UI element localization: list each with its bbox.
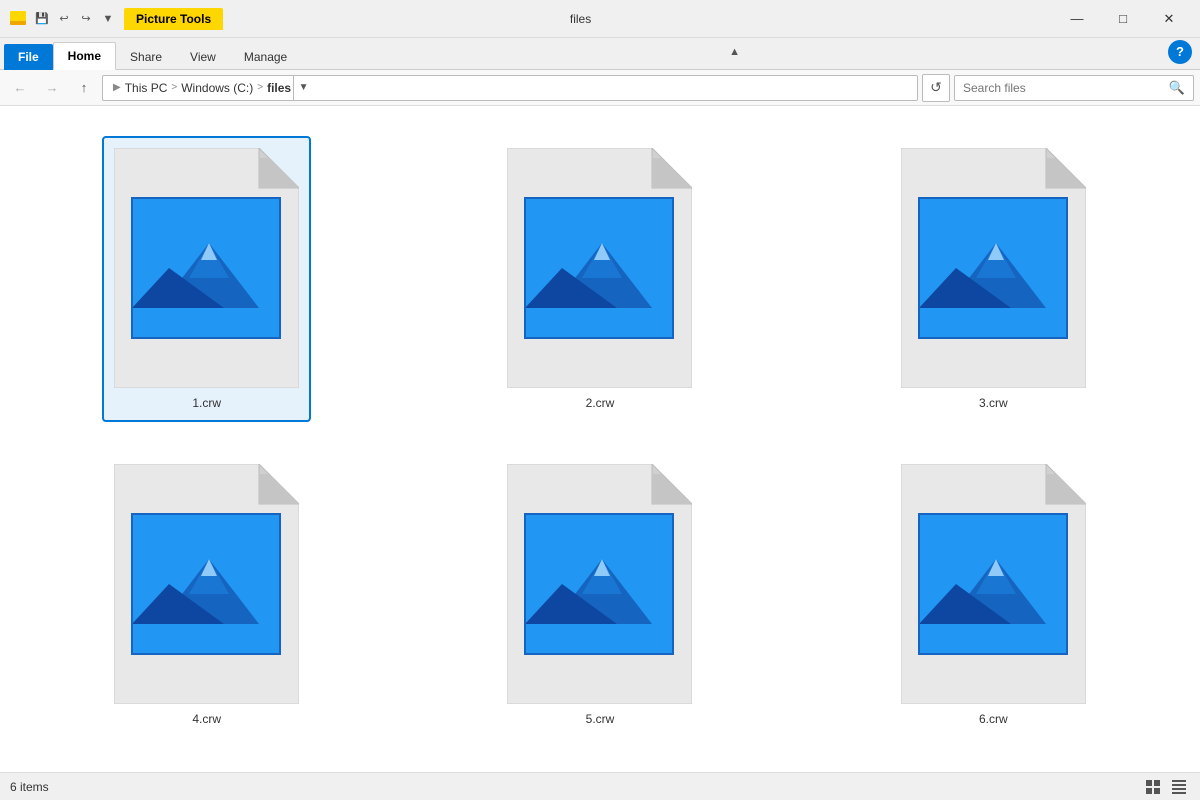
window-title: files <box>107 12 1054 26</box>
search-icon[interactable]: 🔍 <box>1169 80 1185 96</box>
path-arrow-1: > <box>171 82 177 93</box>
main-content: 1.crw 2.crw <box>0 106 1200 772</box>
address-path[interactable]: ▶ This PC > Windows (C:) > files ▼ <box>102 75 918 101</box>
view-toggle <box>1142 776 1190 798</box>
file-icon <box>507 464 692 704</box>
file-item[interactable]: 2.crw <box>495 136 704 422</box>
path-thispc[interactable]: This PC <box>125 81 168 95</box>
file-name: 6.crw <box>979 712 1008 726</box>
status-bar: 6 items <box>0 772 1200 800</box>
file-name: 3.crw <box>979 396 1008 410</box>
details-view-button[interactable] <box>1168 776 1190 798</box>
path-segments: ▶ This PC > Windows (C:) > files <box>111 81 291 95</box>
tab-manage[interactable]: Manage <box>230 44 301 70</box>
file-name: 1.crw <box>192 396 221 410</box>
ribbon-tabs: File Home Share View Manage ▲ ? <box>0 38 1200 70</box>
app-icon <box>8 9 28 29</box>
search-box[interactable]: 🔍 <box>954 75 1194 101</box>
file-icon <box>901 464 1086 704</box>
up-button[interactable]: ↑ <box>70 74 98 102</box>
path-arrow-2: > <box>257 82 263 93</box>
files-grid: 1.crw 2.crw <box>30 126 1170 748</box>
path-files[interactable]: files <box>267 81 291 95</box>
maximize-button[interactable]: □ <box>1100 3 1146 35</box>
tab-home[interactable]: Home <box>53 42 116 70</box>
file-item[interactable]: 4.crw <box>102 452 311 738</box>
tab-file[interactable]: File <box>4 44 53 70</box>
tab-view[interactable]: View <box>176 44 230 70</box>
file-name: 5.crw <box>586 712 615 726</box>
file-name: 2.crw <box>586 396 615 410</box>
file-item[interactable]: 6.crw <box>889 452 1098 738</box>
file-item[interactable]: 5.crw <box>495 452 704 738</box>
qat-redo[interactable]: ↪ <box>78 11 94 27</box>
refresh-button[interactable]: ↺ <box>922 74 950 102</box>
file-icon <box>507 148 692 388</box>
title-bar: 💾 ↩ ↪ ▼ Picture Tools files — □ ✕ <box>0 0 1200 38</box>
tab-share[interactable]: Share <box>116 44 176 70</box>
file-icon <box>114 148 299 388</box>
window-controls: — □ ✕ <box>1054 3 1192 35</box>
qat-save[interactable]: 💾 <box>34 11 50 27</box>
path-arrow-root: ▶ <box>113 82 121 93</box>
forward-button[interactable]: → <box>38 74 66 102</box>
qat-undo[interactable]: ↩ <box>56 11 72 27</box>
item-count: 6 items <box>10 780 49 794</box>
path-windowsc[interactable]: Windows (C:) <box>181 81 253 95</box>
file-item[interactable]: 3.crw <box>889 136 1098 422</box>
close-button[interactable]: ✕ <box>1146 3 1192 35</box>
address-bar: ← → ↑ ▶ This PC > Windows (C:) > files ▼… <box>0 70 1200 106</box>
file-icon <box>901 148 1086 388</box>
large-icons-view-button[interactable] <box>1142 776 1164 798</box>
file-icon <box>114 464 299 704</box>
ribbon-collapse-chevron[interactable]: ▲ <box>725 42 744 62</box>
back-button[interactable]: ← <box>6 74 34 102</box>
quick-access-toolbar: 💾 ↩ ↪ ▼ <box>8 9 116 29</box>
minimize-button[interactable]: — <box>1054 3 1100 35</box>
search-input[interactable] <box>963 81 1165 95</box>
address-dropdown[interactable]: ▼ <box>293 75 313 101</box>
file-item[interactable]: 1.crw <box>102 136 311 422</box>
file-name: 4.crw <box>192 712 221 726</box>
help-button[interactable]: ? <box>1168 40 1192 64</box>
